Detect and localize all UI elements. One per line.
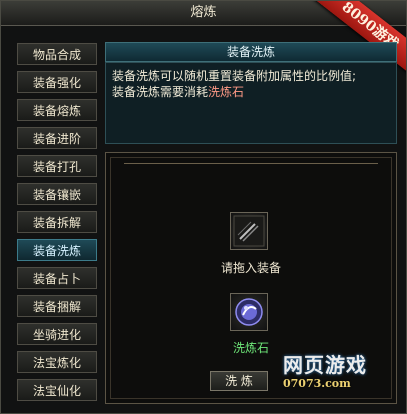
wash-button[interactable]: 洗 炼 [210,371,268,391]
description-box: 装备洗炼可以随机重置装备附加属性的比例值; 装备洗炼需要消耗洗炼石 [105,62,397,144]
description-line-2: 装备洗炼需要消耗洗炼石 [112,84,390,100]
function-sidebar: 物品合成 装备强化 装备熔炼 装备进阶 装备打孔 装备镶嵌 装备拆解 装备洗炼 … [17,43,97,407]
watermark-main: 网页游戏 [283,353,367,377]
description-title: 装备洗炼 [105,42,397,62]
sidebar-item-equip-advance[interactable]: 装备进阶 [17,127,97,149]
wash-stone-slot[interactable] [230,293,268,331]
sidebar-item-treasure-immortal[interactable]: 法宝仙化 [17,379,97,401]
sidebar-item-equip-inlay[interactable]: 装备镶嵌 [17,183,97,205]
sidebar-item-item-compose[interactable]: 物品合成 [17,43,97,65]
description-line-2-prefix: 装备洗炼需要消耗 [112,85,209,99]
equipment-slot[interactable] [230,212,268,250]
sidebar-item-equip-divine[interactable]: 装备占卜 [17,267,97,289]
sidebar-item-mount-evolve[interactable]: 坐骑进化 [17,323,97,345]
description-line-1: 装备洗炼可以随机重置装备附加属性的比例值; [112,69,357,83]
sidebar-item-equip-smelt[interactable]: 装备熔炼 [17,99,97,121]
smelting-window: 熔炼 8090游戏 物品合成 装备强化 装备熔炼 装备进阶 装备打孔 装备镶嵌 … [0,0,407,414]
wash-stone-icon [235,298,263,326]
site-watermark: 网页游戏 07073.com [283,349,403,409]
equipment-slot-label: 请拖入装备 [220,261,281,275]
sidebar-item-equip-unbind[interactable]: 装备捆解 [17,295,97,317]
panel-divider [124,153,378,164]
equipment-slot-icon [233,215,265,247]
sidebar-item-equip-punch[interactable]: 装备打孔 [17,155,97,177]
sidebar-item-equip-wash[interactable]: 装备洗炼 [17,239,97,261]
sidebar-item-treasure-refine[interactable]: 法宝炼化 [17,351,97,373]
sidebar-item-equip-dismantle[interactable]: 装备拆解 [17,211,97,233]
watermark-sub: 07073.com [283,377,351,390]
wash-stone-highlight: 洗炼石 [208,85,245,99]
sidebar-item-equip-strengthen[interactable]: 装备强化 [17,71,97,93]
